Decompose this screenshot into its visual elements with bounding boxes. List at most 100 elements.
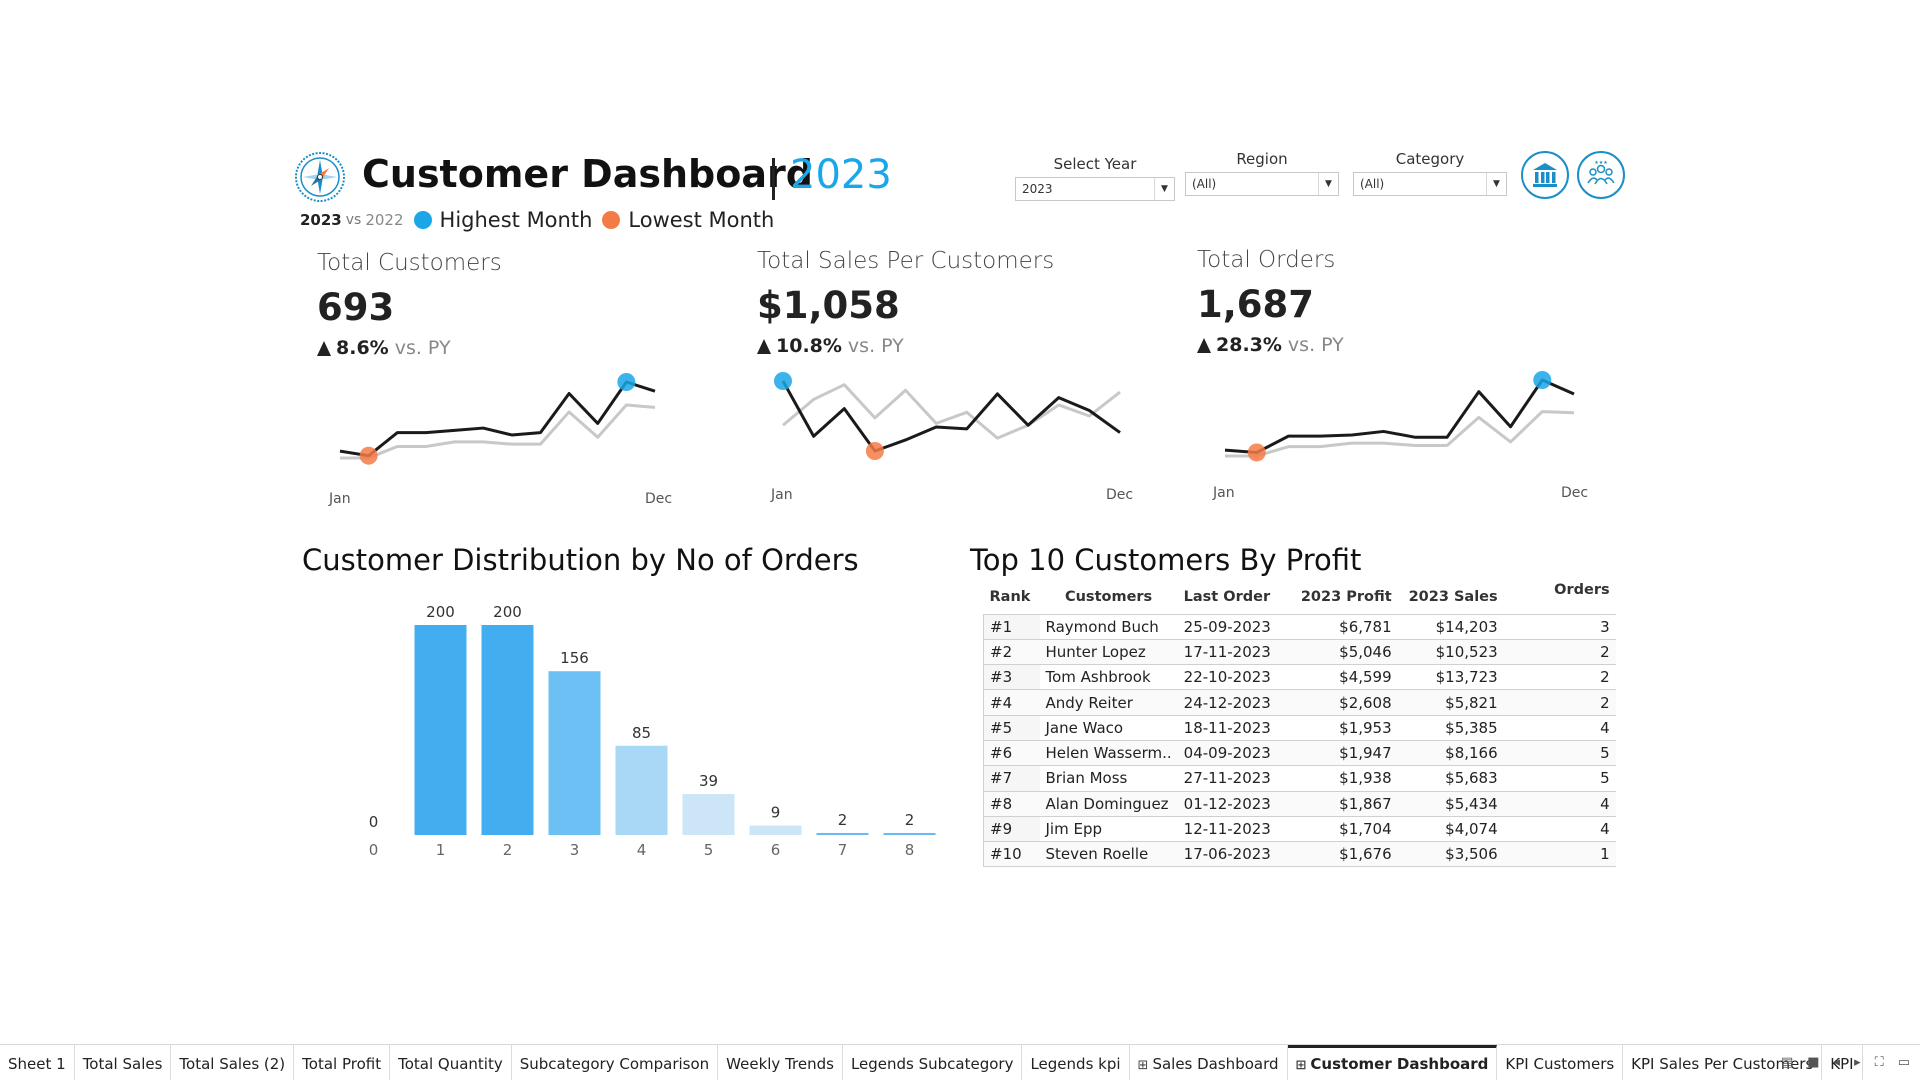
customer-cell: Tom Ashbrook [1039, 664, 1178, 690]
profit-cell: $1,947 [1287, 739, 1398, 766]
distribution-bar-chart: 0 0 200 1 200 2 156 3 85 4 39 5 9 6 2 7 2 8 [369, 603, 936, 859]
highest-month-marker[interactable] [617, 373, 636, 391]
bar-5[interactable] [682, 794, 735, 835]
orders-cell: 1 [1503, 841, 1616, 868]
tab-legends-kpi[interactable]: Legends kpi [1022, 1045, 1130, 1080]
bar-2[interactable] [481, 625, 534, 835]
orders-cell: 4 [1503, 815, 1616, 842]
table-row[interactable]: #8 Alan Dominguez 01-12-2023 $1,867 $5,434 4 [983, 790, 1616, 817]
year-select[interactable]: 2023 ▼ [1015, 177, 1175, 201]
chevron-down-icon[interactable]: ▼ [1318, 173, 1338, 195]
lowest-month-marker[interactable] [865, 442, 884, 460]
table-row[interactable]: #1 Raymond Buch 25-09-2023 $6,781 $14,203 3 [983, 613, 1616, 640]
rank-cell: #8 [983, 790, 1040, 817]
orders-cell: 4 [1503, 714, 1616, 741]
legend-highest-month: Highest Month [439, 208, 593, 232]
column-header[interactable]: 2023 Profit [1288, 580, 1398, 614]
customer-cell: Alan Dominguez [1039, 790, 1178, 817]
column-header[interactable]: Last Order [1178, 580, 1288, 614]
compass-logo-icon [294, 151, 346, 203]
chevron-down-icon[interactable]: ▼ [1154, 178, 1174, 200]
bar-value-label: 0 [369, 813, 379, 831]
table-row[interactable]: #10 Steven Roelle 17-06-2023 $1,676 $3,506 1 [983, 841, 1616, 868]
bar-3[interactable] [548, 671, 601, 835]
present-icon[interactable]: ▭ [1898, 1055, 1910, 1070]
filter-year-label: Select Year [1053, 155, 1137, 173]
chevron-down-icon[interactable]: ▼ [1486, 173, 1506, 195]
orders-cell: 5 [1503, 765, 1616, 792]
table-row[interactable]: #3 Tom Ashbrook 22-10-2023 $4,599 $13,723 2 [983, 664, 1616, 690]
compare-vs: vs [345, 212, 362, 228]
tab-sales-dashboard[interactable]: ⊞ Sales Dashboard [1130, 1045, 1288, 1080]
tab-legends-subcategory[interactable]: Legends Subcategory [843, 1045, 1023, 1080]
tab-total-quantity[interactable]: Total Quantity [390, 1045, 512, 1080]
tab-weekly-trends[interactable]: Weekly Trends [718, 1045, 843, 1080]
table-row[interactable]: #4 Andy Reiter 24-12-2023 $2,608 $5,821 2 [983, 689, 1616, 716]
tab-total-sales[interactable]: Total Sales [75, 1045, 172, 1080]
fullscreen-icon[interactable]: ⛶ [1875, 1055, 1884, 1070]
rank-cell: #5 [983, 714, 1040, 741]
sheet-tabs-bar: Sheet 1 Total Sales Total Sales (2) Total P… [0, 1044, 1920, 1080]
sales-dashboard-nav-button[interactable] [1521, 151, 1569, 199]
sales-cell: $5,385 [1397, 714, 1504, 741]
grid-view-icon[interactable]: ▤ [1781, 1055, 1793, 1070]
region-select[interactable]: (All) ▼ [1185, 172, 1339, 196]
tab-label: KPI Customers [1505, 1055, 1615, 1073]
bar-value-label: 9 [771, 804, 781, 822]
sparkline-end-label: Dec [645, 491, 673, 507]
orders-cell: 2 [1503, 664, 1616, 690]
highest-month-marker[interactable] [774, 372, 792, 390]
tab-total-profit[interactable]: Total Profit [294, 1045, 391, 1080]
bar-1[interactable] [414, 625, 467, 835]
prev-icon[interactable]: ◂ [1834, 1055, 1841, 1070]
table-row[interactable]: #9 Jim Epp 12-11-2023 $1,704 $4,074 4 [983, 815, 1616, 842]
rank-cell: #10 [983, 841, 1040, 868]
sparkline-end-label: Dec [1106, 487, 1134, 503]
table-row[interactable]: #2 Hunter Lopez 17-11-2023 $5,046 $10,523 2 [983, 638, 1616, 665]
rank-cell: #2 [983, 638, 1040, 665]
filter-year: Select Year 2023 ▼ [1015, 155, 1175, 201]
up-triangle-icon [317, 340, 331, 356]
rank-cell: #1 [983, 613, 1040, 640]
customer-dashboard-nav-button[interactable]: ★★★ [1577, 151, 1625, 199]
sales-cell: $13,723 [1397, 664, 1504, 690]
sales-cell: $5,434 [1397, 790, 1504, 817]
next-icon[interactable]: ▸ [1854, 1055, 1861, 1070]
highest-month-marker[interactable] [1533, 371, 1552, 389]
table-header-row: Rank Customers Last Order 2023 Profit 20… [984, 580, 1616, 614]
lowest-month-marker[interactable] [1247, 443, 1266, 462]
tab-controls: ▤ ■ ◂ ▸ ⛶ ▭ [1781, 1055, 1910, 1070]
kpi-delta-pct: 8.6% [336, 337, 389, 359]
legend-lowest-month: Lowest Month [628, 208, 775, 232]
lowest-month-marker[interactable] [359, 446, 378, 465]
sparkline-start-label: Jan [329, 491, 351, 507]
column-header[interactable]: Orders [1504, 580, 1616, 614]
kpi-value: 693 [317, 286, 395, 329]
tab-subcategory-comparison[interactable]: Subcategory Comparison [512, 1045, 719, 1080]
tab-sheet-1[interactable]: Sheet 1 [0, 1045, 75, 1080]
table-row[interactable]: #5 Jane Waco 18-11-2023 $1,953 $5,385 4 [983, 714, 1616, 741]
customer-cell: Brian Moss [1039, 765, 1178, 792]
filter-region-label: Region [1236, 150, 1288, 168]
column-header[interactable]: 2023 Sales [1398, 580, 1504, 614]
column-header[interactable]: Customers [1040, 580, 1178, 614]
filter-category-label: Category [1395, 150, 1465, 168]
tab-customer-dashboard[interactable]: ⊞ Customer Dashboard [1287, 1045, 1498, 1080]
bar-6[interactable] [749, 825, 802, 835]
x-tick-label: 8 [905, 841, 915, 859]
tab-total-sales-2[interactable]: Total Sales (2) [171, 1045, 295, 1080]
distribution-title: Customer Distribution by No of Orders [302, 543, 859, 577]
category-select[interactable]: (All) ▼ [1353, 172, 1507, 196]
kpi-vs-label: vs. PY [847, 335, 904, 357]
table-row[interactable]: #7 Brian Moss 27-11-2023 $1,938 $5,683 5 [983, 765, 1616, 792]
region-select-value: (All) [1192, 177, 1217, 191]
sales-cell: $5,683 [1397, 765, 1504, 792]
customer-cell: Jim Epp [1039, 815, 1178, 842]
column-header[interactable]: Rank [984, 580, 1040, 614]
kpi-sales-per-customer: Total Sales Per Customers $1,058 10.8% v… [757, 248, 1157, 357]
bar-4[interactable] [615, 745, 668, 835]
filmstrip-icon[interactable]: ■ [1807, 1055, 1819, 1070]
kpi-vs-label: vs. PY [394, 337, 451, 359]
tab-kpi-customers[interactable]: KPI Customers [1497, 1045, 1624, 1080]
table-row[interactable]: #6 Helen Wasserm.. 04-09-2023 $1,947 $8,166 5 [983, 739, 1616, 766]
